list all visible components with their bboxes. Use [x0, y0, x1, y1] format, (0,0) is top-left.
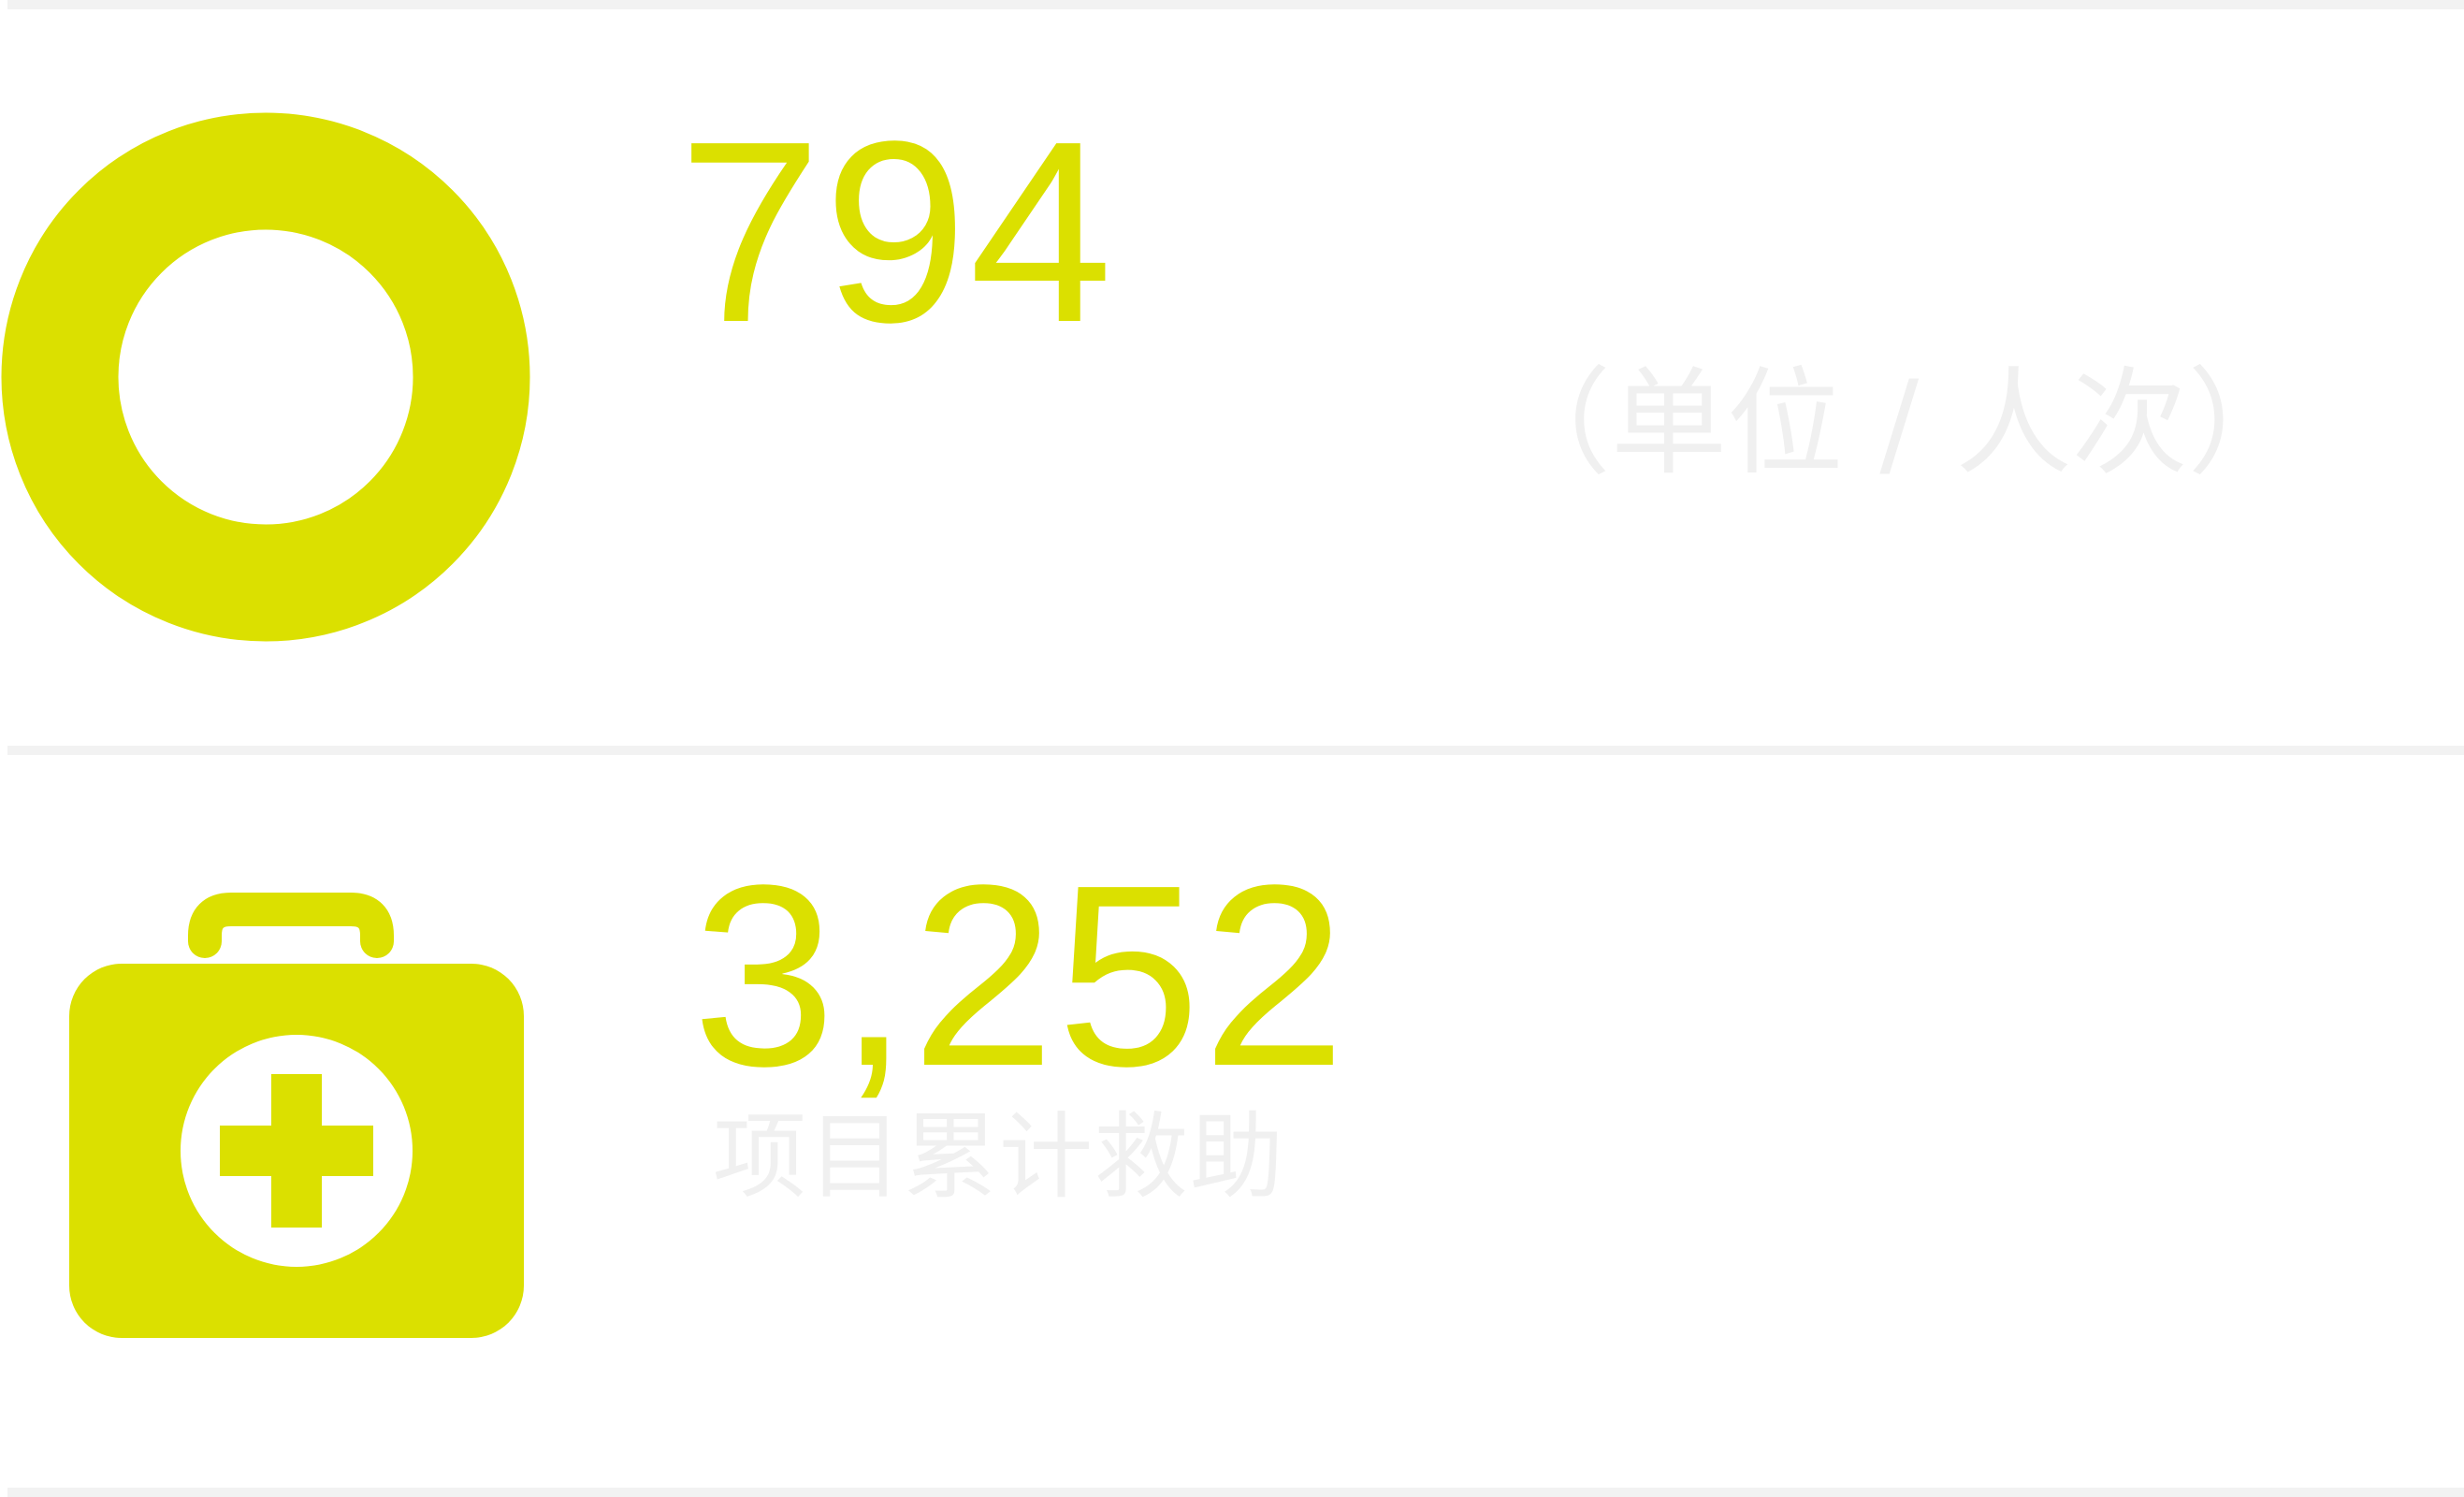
top-divider — [7, 0, 2464, 9]
first-aid-kit-icon — [69, 893, 524, 1338]
stat-value-1: 794 — [678, 88, 1115, 376]
bottom-divider — [7, 1488, 2464, 1497]
stat-label: 项目累计救助 — [713, 1102, 1285, 1212]
stat-value-2: 3,252 — [692, 832, 1348, 1120]
stat-unit: （单位 / 人次） — [1495, 356, 2304, 491]
ring-icon — [1, 112, 530, 642]
middle-divider — [7, 746, 2464, 755]
